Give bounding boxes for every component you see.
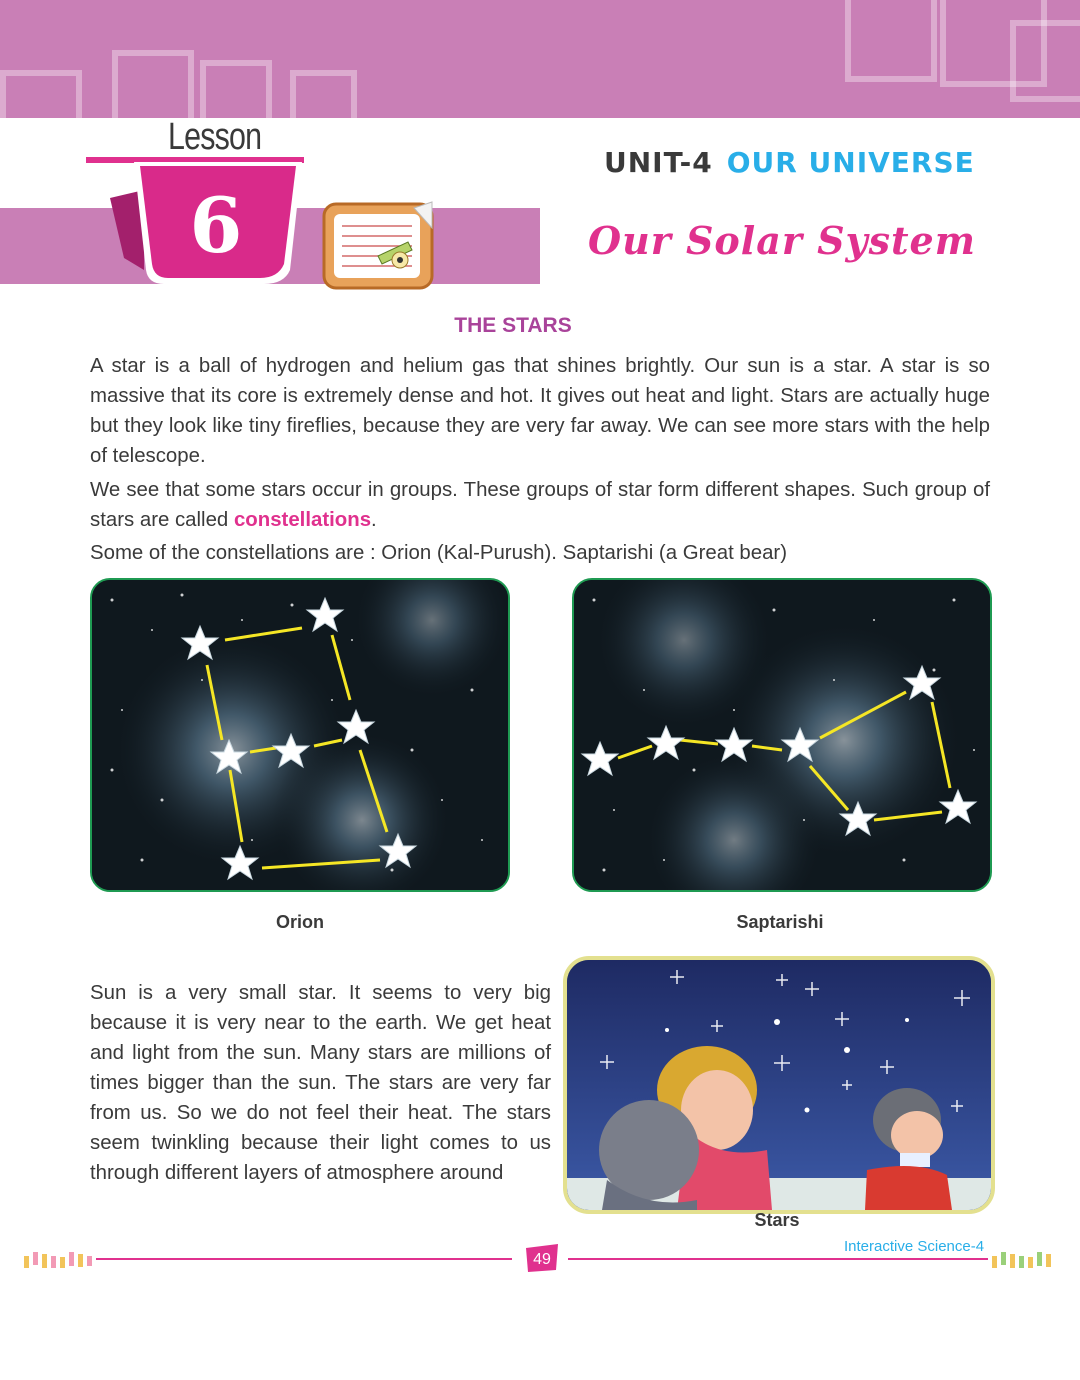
unit-title: UNIT-4 OUR UNIVERSE: [604, 146, 975, 179]
paragraph-intro: A star is a ball of hydrogen and helium …: [90, 355, 990, 467]
paragraph-constellations: We see that some stars occur in groups. …: [90, 475, 990, 535]
decor-square: [200, 60, 272, 118]
decor-square: [1010, 20, 1080, 102]
stars-caption: Stars: [754, 1210, 800, 1230]
section-heading: THE STARS: [454, 314, 572, 337]
decor-square: [290, 70, 357, 118]
lesson-number: 6: [190, 181, 243, 270]
book-title: Interactive Science-4: [844, 1238, 985, 1255]
highlight-term: constellations: [233, 509, 372, 531]
decor-square: [845, 0, 937, 82]
lesson-number-badge: 6: [110, 162, 302, 284]
stars-image: [563, 956, 995, 1214]
paragraph-sun: Sun is a very small star. It seems to ve…: [90, 982, 551, 1184]
unit-label: UNIT-4: [604, 146, 713, 179]
footer-decor-right: [992, 1252, 1051, 1268]
orion-image: [90, 578, 510, 892]
saptarishi-illustration: [574, 580, 990, 890]
lesson-label: Lesson: [168, 116, 262, 158]
paragraph-text: We see that some stars occur in groups. …: [90, 479, 990, 531]
decor-square: [112, 50, 194, 118]
page-number-badge: 49: [526, 1244, 558, 1272]
footer-decor-left: [24, 1252, 92, 1268]
header-band: [0, 0, 1080, 118]
unit-name: OUR UNIVERSE: [726, 146, 975, 179]
saptarishi-caption: Saptarishi: [736, 912, 824, 932]
footer-rule-right: [568, 1258, 988, 1260]
paragraph-examples: Some of the constellations are : Orion (…: [90, 542, 787, 564]
chapter-title: Our Solar System: [588, 218, 976, 263]
page-number: 49: [533, 1251, 551, 1268]
orion-caption: Orion: [276, 912, 324, 932]
saptarishi-image: [572, 578, 992, 892]
decor-square: [0, 70, 82, 118]
footer-rule-left: [96, 1258, 512, 1260]
notebook-pencil-icon: [322, 201, 434, 290]
orion-illustration: [92, 580, 508, 890]
stars-illustration: [567, 960, 991, 1210]
paragraph-text: .: [371, 509, 377, 531]
